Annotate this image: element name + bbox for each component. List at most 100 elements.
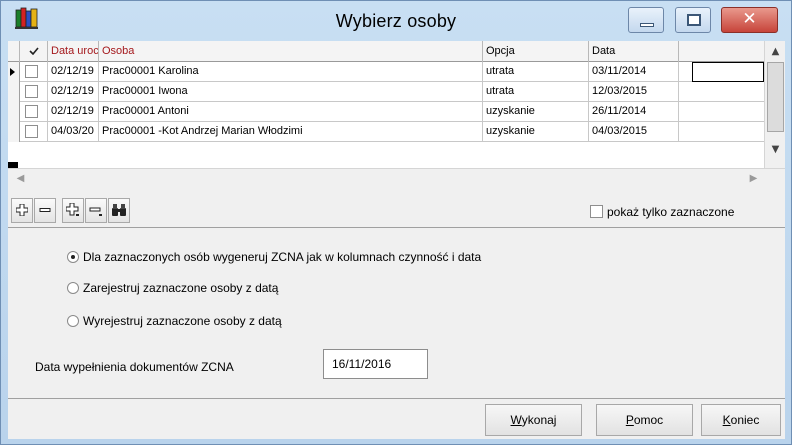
row-indicator — [8, 62, 20, 82]
end-button-label: oniec — [730, 413, 760, 427]
help-button-label: omoc — [633, 413, 664, 427]
option-unregister[interactable]: Wyrejestruj zaznaczone osoby z datą — [67, 314, 282, 328]
row-checkbox[interactable] — [25, 65, 38, 78]
remove-icon — [39, 208, 51, 212]
persons-grid[interactable]: Data uroc Osoba Opcja Data 02/12/19 Prac… — [8, 41, 785, 189]
option-unregister-label: Wyrejestruj zaznaczone osoby z datą — [83, 314, 282, 328]
vertical-scroll-thumb[interactable] — [767, 62, 784, 132]
table-row[interactable]: 04/03/20 Prac00001 -Kot Andrzej Marian W… — [8, 122, 764, 142]
header-option[interactable]: Opcja — [483, 41, 589, 62]
cell-date[interactable]: 26/11/2014 — [589, 102, 679, 122]
row-checkbox[interactable] — [25, 105, 38, 118]
remove-all-icon — [89, 207, 102, 216]
cell-option[interactable]: uzyskanie — [483, 122, 589, 142]
remove-button[interactable] — [34, 198, 56, 223]
remove-all-button[interactable] — [85, 198, 107, 223]
title-bar[interactable]: Wybierz osoby ✕ — [1, 1, 791, 41]
add-all-icon — [65, 202, 79, 216]
radio-unregister[interactable] — [67, 315, 79, 327]
cell-date[interactable]: 03/11/2014 — [589, 62, 679, 82]
row-checkbox[interactable] — [25, 125, 38, 138]
cell-date[interactable]: 04/03/2015 — [589, 122, 679, 142]
vertical-scrollbar[interactable]: ▲ ▼ — [764, 41, 785, 168]
cell-person[interactable]: Prac00001 Iwona — [99, 82, 483, 102]
add-icon — [15, 203, 29, 217]
option-register[interactable]: Zarejestruj zaznaczone osoby z datą — [67, 281, 278, 295]
maximize-button[interactable] — [675, 7, 711, 33]
option-register-label: Zarejestruj zaznaczone osoby z datą — [83, 281, 279, 295]
cell-birth-date[interactable]: 04/03/20 — [48, 122, 99, 142]
row-checkbox[interactable] — [25, 85, 38, 98]
header-date[interactable]: Data — [589, 41, 679, 62]
minimize-icon — [640, 23, 654, 27]
table-row[interactable]: 02/12/19 Prac00001 Antoni uzyskanie 26/1… — [8, 102, 764, 122]
cell-option[interactable]: utrata — [483, 62, 589, 82]
row-checkbox-cell[interactable] — [20, 102, 48, 122]
find-button[interactable] — [108, 198, 130, 223]
execute-button-label: ykonaj — [521, 413, 557, 427]
option-generate-zcna[interactable]: Dla zaznaczonych osób wygeneruj ZCNA jak… — [67, 250, 481, 264]
window-title: Wybierz osoby — [335, 11, 457, 31]
buttons-divider — [8, 398, 785, 399]
radio-generate-zcna[interactable] — [67, 251, 79, 263]
cell-person[interactable]: Prac00001 Antoni — [99, 102, 483, 122]
row-pointer-icon — [10, 68, 15, 76]
grid-toolbar: pokaż tylko zaznaczone — [8, 193, 785, 227]
option-generate-zcna-label: Dla zaznaczonych osób wygeneruj ZCNA jak… — [83, 250, 482, 264]
help-button-accelerator: P — [625, 413, 634, 427]
dialog-client-area: Data uroc Osoba Opcja Data 02/12/19 Prac… — [8, 41, 785, 439]
row-indicator — [8, 82, 20, 102]
show-only-selected-checkbox[interactable]: pokaż tylko zaznaczone — [590, 205, 734, 219]
maximize-icon — [687, 14, 701, 26]
execute-button-accelerator: W — [510, 413, 522, 427]
header-birth-date[interactable]: Data uroc — [48, 41, 99, 62]
cell-empty[interactable] — [679, 82, 764, 102]
minimize-button[interactable] — [628, 7, 664, 33]
cell-option[interactable]: utrata — [483, 82, 589, 102]
grid-rows: 02/12/19 Prac00001 Karolina utrata 03/11… — [8, 62, 764, 142]
cell-person[interactable]: Prac00001 -Kot Andrzej Marian Włodzimi — [99, 122, 483, 142]
scroll-up-icon[interactable]: ▲ — [767, 43, 784, 60]
radio-register[interactable] — [67, 282, 79, 294]
show-only-selected-box[interactable] — [590, 205, 603, 218]
cell-birth-date[interactable]: 02/12/19 — [48, 62, 99, 82]
horizontal-scrollbar[interactable]: ◀ ▶ — [8, 168, 785, 189]
scroll-left-icon[interactable]: ◀ — [12, 170, 29, 187]
scroll-right-icon[interactable]: ▶ — [745, 170, 762, 187]
cell-person[interactable]: Prac00001 Karolina — [99, 62, 483, 82]
show-only-selected-label: pokaż tylko zaznaczone — [607, 205, 735, 219]
scroll-down-icon[interactable]: ▼ — [767, 141, 784, 158]
cell-option[interactable]: uzyskanie — [483, 102, 589, 122]
execute-button[interactable]: Wykonaj — [485, 404, 582, 436]
row-indicator — [8, 122, 20, 142]
cell-date[interactable]: 12/03/2015 — [589, 82, 679, 102]
row-indicator — [8, 102, 20, 122]
header-check-column[interactable] — [20, 41, 48, 62]
cell-empty[interactable] — [679, 102, 764, 122]
check-icon — [29, 47, 39, 55]
binoculars-icon — [112, 204, 126, 216]
dialog-window: Wybierz osoby ✕ Data uroc Osoba Opcja Da… — [0, 0, 792, 445]
end-button-accelerator: K — [722, 413, 731, 427]
header-indicator-cell — [8, 41, 20, 62]
cell-birth-date[interactable]: 02/12/19 — [48, 82, 99, 102]
cell-focus-rectangle — [692, 62, 764, 82]
row-checkbox-cell[interactable] — [20, 122, 48, 142]
close-icon: ✕ — [742, 9, 757, 29]
header-empty — [679, 41, 764, 62]
help-button[interactable]: Pomoc — [596, 404, 693, 436]
row-checkbox-cell[interactable] — [20, 82, 48, 102]
end-button[interactable]: Koniec — [701, 404, 781, 436]
cell-empty[interactable] — [679, 122, 764, 142]
add-button[interactable] — [11, 198, 33, 223]
header-person[interactable]: Osoba — [99, 41, 483, 62]
row-checkbox-cell[interactable] — [20, 62, 48, 82]
add-all-button[interactable] — [62, 198, 84, 223]
fill-date-label: Data wypełnienia dokumentów ZCNA — [35, 360, 234, 374]
toolbar-divider — [8, 227, 785, 228]
cell-birth-date[interactable]: 02/12/19 — [48, 102, 99, 122]
table-row[interactable]: 02/12/19 Prac00001 Iwona utrata 12/03/20… — [8, 82, 764, 102]
close-button[interactable]: ✕ — [721, 7, 778, 33]
fill-date-input[interactable] — [323, 349, 428, 379]
table-row[interactable]: 02/12/19 Prac00001 Karolina utrata 03/11… — [8, 62, 764, 82]
